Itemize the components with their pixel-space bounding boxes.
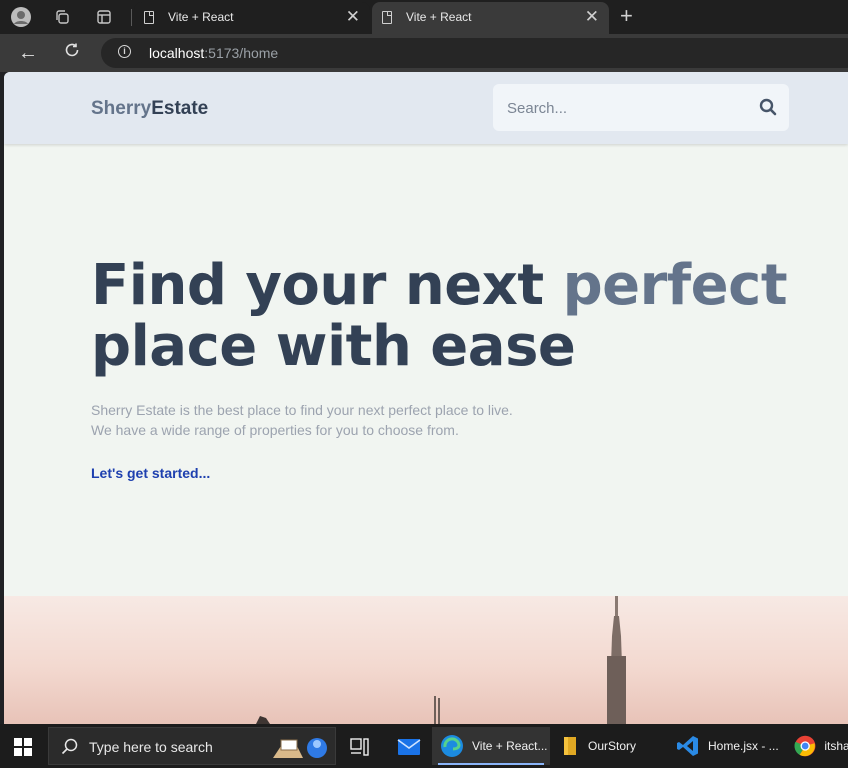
tab-title: Vite + React: [168, 10, 234, 24]
close-icon[interactable]: ✕: [585, 7, 599, 27]
new-tab-icon[interactable]: +: [620, 4, 633, 28]
taskbar-search-placeholder: Type here to search: [89, 739, 213, 755]
hero-title: Find your next perfect place with ease: [91, 253, 788, 379]
chrome-icon: [794, 735, 816, 757]
search-icon[interactable]: [759, 98, 777, 116]
info-icon[interactable]: i: [118, 45, 131, 58]
profile-icon[interactable]: [10, 6, 32, 28]
search-highlight-icon: [273, 738, 327, 758]
taskbar-item-label: itsha: [824, 739, 848, 753]
active-indicator: [438, 763, 544, 765]
taskbar-item-label: Home.jsx - ...: [708, 739, 779, 753]
search-icon: [61, 738, 78, 755]
browser-tab-strip: Vite + React ✕ Vite + React ✕ +: [0, 0, 848, 34]
folder-icon: [564, 737, 576, 755]
get-started-link[interactable]: Let's get started...: [91, 465, 210, 481]
site-header: SherryEstate: [4, 72, 848, 144]
hero-image: [4, 596, 848, 724]
taskbar-item-label: Vite + React...: [472, 739, 548, 753]
page-icon: [144, 11, 154, 24]
vscode-icon: [677, 736, 698, 756]
taskbar-item-label: OurStory: [588, 739, 637, 753]
browser-tab-active[interactable]: Vite + React ✕: [372, 2, 609, 34]
hero-subtitle: Sherry Estate is the best place to find …: [91, 402, 513, 438]
search-form: [493, 84, 789, 131]
taskbar-item-vscode[interactable]: Home.jsx - ...: [670, 727, 784, 765]
site-logo[interactable]: SherryEstate: [91, 98, 208, 120]
url-text: localhost:5173/home: [149, 45, 279, 61]
refresh-icon[interactable]: [60, 41, 84, 65]
taskbar-item-chrome[interactable]: itsha: [788, 727, 848, 765]
taskbar-item-edge[interactable]: Vite + React...: [432, 727, 550, 765]
tab-divider: [131, 9, 132, 26]
page-viewport: SherryEstate Find your next perfect plac…: [4, 72, 848, 724]
tab-title: Vite + React: [406, 10, 472, 24]
windows-start-icon[interactable]: [14, 738, 32, 756]
search-input[interactable]: [505, 97, 739, 119]
skyline-image: [256, 596, 626, 724]
edge-icon: [441, 735, 463, 757]
back-arrow-icon[interactable]: ←: [16, 41, 40, 65]
close-icon[interactable]: ✕: [346, 7, 360, 27]
taskbar-search[interactable]: Type here to search: [48, 727, 336, 765]
browser-tab[interactable]: Vite + React ✕: [134, 2, 370, 34]
hero-title-accent: perfect: [562, 253, 788, 318]
address-bar[interactable]: i localhost:5173/home: [101, 38, 848, 68]
page-icon: [382, 11, 392, 24]
mail-icon[interactable]: [397, 738, 421, 756]
workspaces-icon[interactable]: [51, 6, 73, 28]
task-view-icon[interactable]: [350, 738, 370, 756]
tab-actions-icon[interactable]: [93, 6, 115, 28]
taskbar: Type here to search Vite + React... OurS…: [0, 724, 848, 768]
taskbar-item-folder[interactable]: OurStory: [554, 727, 666, 765]
browser-toolbar: ← i localhost:5173/home: [0, 34, 848, 72]
